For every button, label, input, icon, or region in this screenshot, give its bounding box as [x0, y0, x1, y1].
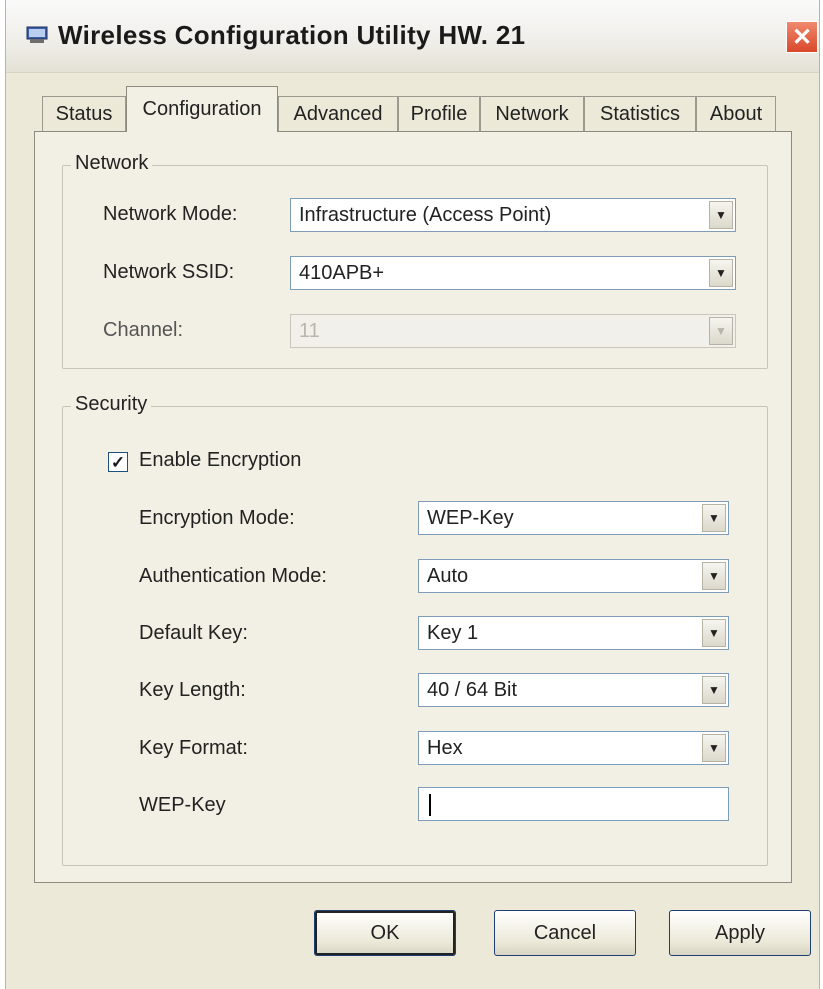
key-format-label: Key Format:	[139, 737, 248, 759]
authentication-mode-dropdown[interactable]: Auto ▼	[418, 559, 729, 593]
network-group-title: Network	[71, 152, 153, 175]
encryption-mode-value: WEP-Key	[427, 507, 514, 529]
wep-key-label: WEP-Key	[139, 794, 226, 816]
close-icon: ✕	[791, 23, 813, 51]
key-length-label: Key Length:	[139, 679, 246, 701]
tab-advanced[interactable]: Advanced	[278, 96, 398, 132]
enable-encryption-label[interactable]: Enable Encryption	[139, 449, 301, 472]
security-group-title: Security	[71, 393, 152, 416]
chevron-down-icon[interactable]: ▼	[709, 259, 733, 287]
window-title: Wireless Configuration Utility HW. 21	[58, 20, 526, 50]
wep-key-input[interactable]	[418, 787, 729, 821]
tab-status[interactable]: Status	[42, 96, 126, 132]
channel-dropdown: 11 ▼	[290, 314, 736, 348]
configuration-panel: Network Network Mode: Infrastructure (Ac…	[34, 131, 792, 883]
wireless-adapter-icon[interactable]	[26, 26, 48, 44]
authentication-mode-value: Auto	[427, 565, 469, 587]
tab-statistics[interactable]: Statistics	[584, 96, 696, 132]
default-key-value: Key 1	[427, 622, 479, 644]
apply-button[interactable]: Apply	[669, 910, 811, 956]
tab-configuration[interactable]: Configuration	[126, 86, 278, 134]
network-ssid-value: 410APB+	[299, 262, 385, 284]
close-button[interactable]: ✕	[786, 21, 818, 53]
encryption-mode-label: Encryption Mode:	[139, 507, 295, 529]
chevron-down-icon[interactable]: ▼	[702, 619, 726, 647]
network-mode-label: Network Mode:	[103, 203, 238, 225]
cancel-button[interactable]: Cancel	[494, 910, 636, 956]
network-ssid-dropdown[interactable]: 410APB+ ▼	[290, 256, 736, 290]
enable-encryption-checkbox[interactable]: ✓	[108, 452, 128, 472]
chevron-down-icon[interactable]: ▼	[702, 504, 726, 532]
network-ssid-label: Network SSID:	[103, 261, 235, 283]
network-mode-dropdown[interactable]: Infrastructure (Access Point) ▼	[290, 198, 736, 232]
chevron-down-icon[interactable]: ▼	[709, 201, 733, 229]
default-key-label: Default Key:	[139, 622, 248, 644]
network-group: Network Network Mode: Infrastructure (Ac…	[62, 152, 768, 369]
chevron-down-icon: ▼	[709, 317, 733, 345]
ok-button[interactable]: OK	[314, 910, 456, 956]
key-format-dropdown[interactable]: Hex ▼	[418, 731, 729, 765]
authentication-mode-label: Authentication Mode:	[139, 565, 327, 587]
chevron-down-icon[interactable]: ▼	[702, 734, 726, 762]
checkmark-icon: ✓	[110, 452, 126, 472]
tab-network[interactable]: Network	[480, 96, 584, 132]
key-length-value: 40 / 64 Bit	[427, 679, 518, 701]
security-group: Security ✓ Enable Encryption Encryption …	[62, 393, 768, 866]
chevron-down-icon[interactable]: ▼	[702, 676, 726, 704]
dialog-window: Wireless Configuration Utility HW. 21 ✕ …	[5, 0, 820, 989]
tab-profile[interactable]: Profile	[398, 96, 480, 132]
text-caret	[429, 794, 431, 816]
channel-label: Channel:	[103, 319, 184, 341]
tab-about[interactable]: About	[696, 96, 776, 132]
default-key-dropdown[interactable]: Key 1 ▼	[418, 616, 729, 650]
title-bar[interactable]: Wireless Configuration Utility HW. 21 ✕	[6, 0, 819, 73]
chevron-down-icon[interactable]: ▼	[702, 562, 726, 590]
channel-value: 11	[299, 320, 320, 342]
network-mode-value: Infrastructure (Access Point)	[299, 204, 552, 226]
key-length-dropdown[interactable]: 40 / 64 Bit ▼	[418, 673, 729, 707]
encryption-mode-dropdown[interactable]: WEP-Key ▼	[418, 501, 729, 535]
key-format-value: Hex	[427, 737, 463, 759]
